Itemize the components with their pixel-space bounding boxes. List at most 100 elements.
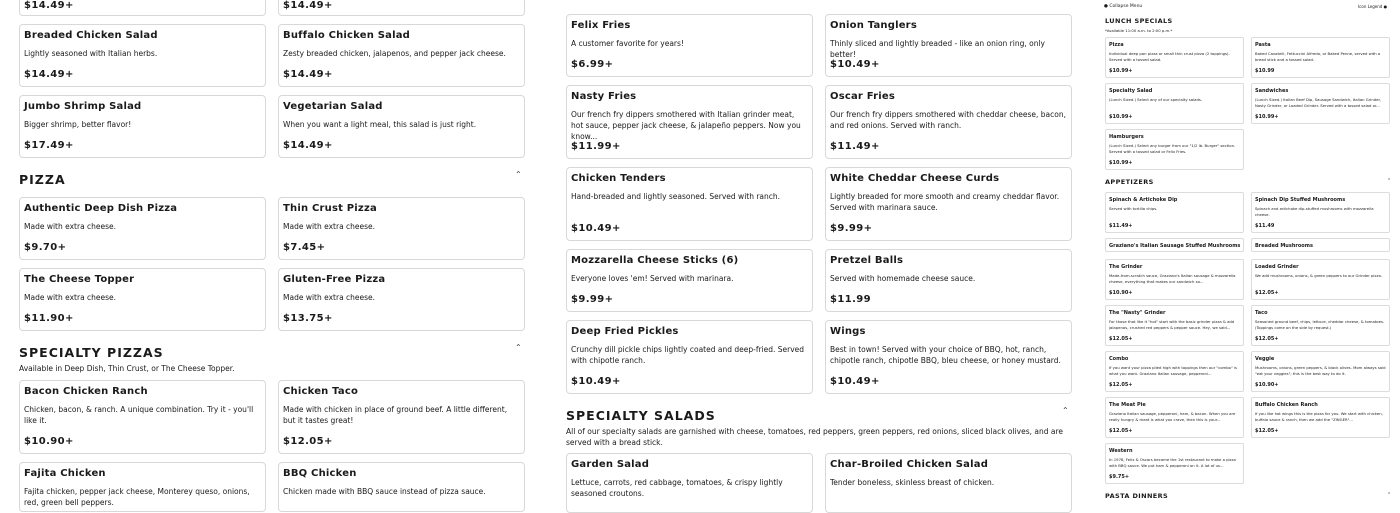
item-name: Mozzarella Cheese Sticks (6) [571, 255, 739, 266]
item-description: Made with extra cheese. [24, 222, 117, 231]
menu-item-chicken-taco[interactable]: Chicken Taco Made with chicken in place … [278, 380, 525, 454]
item-price: $14.49+ [283, 140, 333, 151]
menu-item-breaded-mushrooms[interactable]: Breaded Mushrooms [1251, 238, 1390, 252]
menu-item-wings[interactable]: Wings Best in town! Served with your cho… [825, 320, 1072, 394]
menu-item-the-cheese-topper[interactable]: The Cheese Topper Made with extra cheese… [19, 268, 266, 331]
item-name: Veggie [1255, 356, 1275, 362]
section-title-specialty-pizzas: SPECIALTY PIZZAS [19, 345, 164, 360]
menu-item-thin-crust-pizza[interactable]: Thin Crust Pizza Made with extra cheese.… [278, 197, 525, 260]
item-description: Chicken made with BBQ sauce instead of p… [283, 487, 486, 496]
menu-item-fajita-chicken[interactable]: Fajita Chicken Fajita chicken, pepper ja… [19, 462, 266, 512]
item-description: (Lunch Sized.) Select any burger from ou… [1109, 143, 1236, 154]
menu-item-veggie[interactable]: Veggie Mushrooms, onions, green peppers,… [1251, 351, 1390, 392]
item-description: Seasoned ground beef, chips, lettuce, ch… [1255, 319, 1385, 330]
item-name: Loaded Grinder [1255, 264, 1299, 270]
menu-item-breaded-chicken-salad[interactable]: Breaded Chicken Salad Lightly seasoned w… [19, 24, 266, 87]
menu-item-lunch-pasta[interactable]: Pasta Baked Cavatelli, Fettuccini Alfred… [1251, 37, 1390, 78]
chevron-up-icon[interactable]: ⌃ [1387, 178, 1391, 184]
left-menu-column: $14.49+ $14.49+ Breaded Chicken Salad Li… [0, 0, 540, 512]
item-description: Chicken, bacon, & ranch. A unique combin… [24, 405, 254, 425]
item-description: Served with homemade cheese sauce. [830, 274, 976, 283]
menu-item-spinach-dip-stuffed-mushrooms[interactable]: Spinach Dip Stuffed Mushrooms Spinach an… [1251, 192, 1390, 233]
menu-item-white-cheddar-cheese-curds[interactable]: White Cheddar Cheese Curds Lightly bread… [825, 167, 1072, 241]
item-description: Made with extra cheese. [24, 293, 117, 302]
menu-item-card[interactable]: $14.49+ [19, 0, 266, 16]
item-description: If you like hot wings this is the pizza … [1255, 411, 1383, 422]
chevron-up-icon[interactable]: ⌃ [515, 343, 522, 352]
menu-item-oscar-fries[interactable]: Oscar Fries Our french fry dippers smoth… [825, 85, 1072, 159]
icon-legend-button[interactable]: Icon Legend ● [1358, 4, 1387, 9]
item-description: Crunchy dill pickle chips lightly coated… [571, 345, 805, 365]
menu-item-the-meat-pie[interactable]: The Meat Pie Graziano Italian sausage, p… [1105, 397, 1244, 438]
menu-item-garden-salad[interactable]: Garden Salad Lettuce, carrots, red cabba… [566, 453, 813, 513]
item-name: Specialty Salad [1109, 88, 1153, 94]
item-price: $10.49+ [830, 376, 880, 387]
menu-item-chicken-tenders[interactable]: Chicken Tenders Hand-breaded and lightly… [566, 167, 813, 241]
item-description: Our french fry dippers smothered with ch… [830, 110, 1066, 130]
menu-item-authentic-deep-dish-pizza[interactable]: Authentic Deep Dish Pizza Made with extr… [19, 197, 266, 260]
item-price: $11.99 [830, 294, 871, 305]
item-name: Breaded Mushrooms [1255, 243, 1313, 249]
item-price: $11.90+ [24, 313, 74, 324]
menu-item-taco[interactable]: Taco Seasoned ground beef, chips, lettuc… [1251, 305, 1390, 346]
menu-item-card[interactable]: $14.49+ [278, 0, 525, 16]
menu-item-nasty-grinder[interactable]: The "Nasty" Grinder For those that like … [1105, 305, 1244, 346]
item-price: $14.49+ [24, 69, 74, 80]
item-name: Graziano's Italian Sausage Stuffed Mushr… [1109, 243, 1241, 249]
collapse-menu-button[interactable]: ● Collapse Menu [1104, 4, 1142, 9]
menu-item-gluten-free-pizza[interactable]: Gluten-Free Pizza Made with extra cheese… [278, 268, 525, 331]
menu-item-loaded-grinder[interactable]: Loaded Grinder We add mushrooms, onions,… [1251, 259, 1390, 300]
chevron-up-icon[interactable]: ⌃ [1387, 492, 1391, 498]
item-price: $10.90+ [24, 436, 74, 447]
menu-item-bacon-chicken-ranch[interactable]: Bacon Chicken Ranch Chicken, bacon, & ra… [19, 380, 266, 454]
menu-item-lunch-pizza[interactable]: Pizza Individual deep pan pizza or small… [1105, 37, 1244, 78]
menu-item-buffalo-chicken-salad[interactable]: Buffalo Chicken Salad Zesty breaded chic… [278, 24, 525, 87]
item-price: $10.49+ [571, 376, 621, 387]
item-name: Spinach & Artichoke Dip [1109, 197, 1178, 203]
item-name: Deep Fried Pickles [571, 326, 679, 337]
item-name: Oscar Fries [830, 91, 896, 102]
item-description: (Lunch Sized.) Select any of our special… [1109, 97, 1203, 102]
item-price: $9.70+ [24, 242, 67, 253]
item-price: $12.05+ [1109, 428, 1133, 434]
item-price: $17.49+ [24, 140, 74, 151]
menu-item-deep-fried-pickles[interactable]: Deep Fried Pickles Crunchy dill pickle c… [566, 320, 813, 394]
item-price: $12.05+ [1255, 428, 1279, 434]
menu-item-spinach-artichoke-dip[interactable]: Spinach & Artichoke Dip Served with tort… [1105, 192, 1244, 233]
item-name: Pasta [1255, 42, 1271, 48]
collapse-label: Collapse Menu [1109, 4, 1143, 9]
menu-item-char-broiled-chicken-salad[interactable]: Char-Broiled Chicken Salad Tender bonele… [825, 453, 1072, 513]
menu-item-pretzel-balls[interactable]: Pretzel Balls Served with homemade chees… [825, 249, 1072, 312]
item-name: Western [1109, 448, 1133, 454]
item-description: Lightly breaded for more smooth and crea… [830, 192, 1060, 212]
chevron-up-icon[interactable]: ⌃ [1062, 406, 1069, 415]
item-price: $12.05+ [1109, 382, 1133, 388]
menu-item-western[interactable]: Western In 1978, Felix & Oscars became t… [1105, 443, 1244, 484]
menu-item-sausage-stuffed-mushrooms[interactable]: Graziano's Italian Sausage Stuffed Mushr… [1105, 238, 1244, 252]
menu-item-bbq-chicken[interactable]: BBQ Chicken Chicken made with BBQ sauce … [278, 462, 525, 512]
item-price: $11.49+ [1109, 223, 1133, 229]
menu-item-jumbo-shrimp-salad[interactable]: Jumbo Shrimp Salad Bigger shrimp, better… [19, 95, 266, 158]
menu-item-combo[interactable]: Combo If you want your pizza piled high … [1105, 351, 1244, 392]
menu-item-onion-tanglers[interactable]: Onion Tanglers Thinly sliced and lightly… [825, 14, 1072, 77]
item-name: White Cheddar Cheese Curds [830, 173, 1000, 184]
menu-item-lunch-specialty-salad[interactable]: Specialty Salad (Lunch Sized.) Select an… [1105, 83, 1244, 124]
item-name: Pretzel Balls [830, 255, 904, 266]
item-description: Made-from-scratch sauce, Graziano's Ital… [1109, 273, 1236, 284]
menu-item-buffalo-chicken-ranch[interactable]: Buffalo Chicken Ranch If you like hot wi… [1251, 397, 1390, 438]
collapse-icon: ● [1104, 4, 1108, 9]
item-name: The Cheese Topper [24, 274, 135, 285]
item-price: $12.05+ [1109, 336, 1133, 342]
item-price: $10.49+ [571, 223, 621, 234]
section-title-pasta-dinners: PASTA DINNERS [1105, 492, 1169, 500]
chevron-up-icon[interactable]: ⌃ [515, 170, 522, 179]
menu-item-mozzarella-cheese-sticks[interactable]: Mozzarella Cheese Sticks (6) Everyone lo… [566, 249, 813, 312]
item-price: $10.99+ [1255, 114, 1279, 120]
menu-item-lunch-hamburgers[interactable]: Hamburgers (Lunch Sized.) Select any bur… [1105, 129, 1244, 170]
menu-item-felix-fries[interactable]: Felix Fries A customer favorite for year… [566, 14, 813, 77]
menu-item-the-grinder[interactable]: The Grinder Made-from-scratch sauce, Gra… [1105, 259, 1244, 300]
section-subtitle: Available in Deep Dish, Thin Crust, or T… [19, 364, 235, 373]
menu-item-lunch-sandwiches[interactable]: Sandwiches (Lunch Sized.) Italian Beef D… [1251, 83, 1390, 124]
menu-item-vegetarian-salad[interactable]: Vegetarian Salad When you want a light m… [278, 95, 525, 158]
menu-item-nasty-fries[interactable]: Nasty Fries Our french fry dippers smoth… [566, 85, 813, 159]
